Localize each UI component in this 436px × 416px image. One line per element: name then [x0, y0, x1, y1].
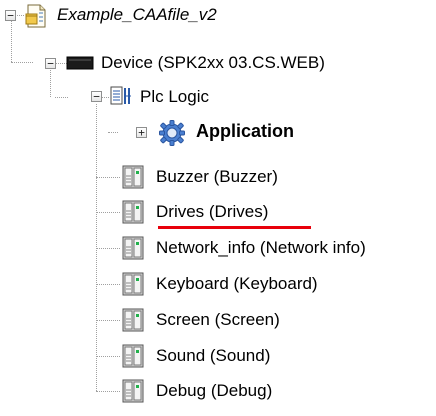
tree-guide [96, 284, 120, 285]
module-icon [122, 165, 144, 194]
module-icon [122, 200, 144, 229]
project-file-icon [25, 3, 49, 34]
module-screen-label[interactable]: Screen (Screen) [156, 310, 280, 330]
tree-guide [101, 97, 109, 98]
module-network-info-label[interactable]: Network_info (Network info) [156, 238, 366, 258]
tree-guide [96, 177, 120, 178]
tree-guide [11, 62, 33, 63]
tree-guide [55, 97, 68, 98]
module-icon [122, 272, 144, 301]
module-debug-label[interactable]: Debug (Debug) [156, 381, 272, 401]
module-drives-label[interactable]: Drives (Drives) [156, 202, 268, 222]
highlight-underline [158, 226, 311, 229]
gear-icon [158, 119, 186, 152]
project-tree: − Example_CAAfile_v2 − Device (SPK2xx 03… [0, 0, 436, 416]
tree-guide [96, 356, 120, 357]
module-icon [122, 344, 144, 373]
expand-application-button[interactable]: + [136, 127, 147, 138]
tree-guide [96, 391, 120, 392]
plc-logic-label[interactable]: Plc Logic [140, 87, 209, 107]
module-icon [122, 308, 144, 337]
collapse-plc-logic-button[interactable]: − [91, 91, 102, 102]
tree-guide [11, 19, 12, 62]
device-label[interactable]: Device (SPK2xx 03.CS.WEB) [101, 53, 325, 73]
collapse-device-button[interactable]: − [45, 58, 56, 69]
tree-guide [108, 132, 118, 133]
application-label[interactable]: Application [196, 121, 294, 141]
module-keyboard-label[interactable]: Keyboard (Keyboard) [156, 274, 318, 294]
root-project-label[interactable]: Example_CAAfile_v2 [57, 5, 217, 25]
tree-guide [96, 248, 120, 249]
tree-guide [96, 320, 120, 321]
module-icon [122, 236, 144, 265]
tree-guide [15, 15, 24, 16]
device-icon [66, 55, 94, 76]
plc-logic-icon [110, 85, 134, 112]
module-icon [122, 379, 144, 408]
tree-guide [96, 212, 120, 213]
collapse-root-button[interactable]: − [5, 10, 16, 21]
tree-guide [50, 67, 51, 97]
module-sound-label[interactable]: Sound (Sound) [156, 346, 270, 366]
module-buzzer-label[interactable]: Buzzer (Buzzer) [156, 167, 278, 187]
